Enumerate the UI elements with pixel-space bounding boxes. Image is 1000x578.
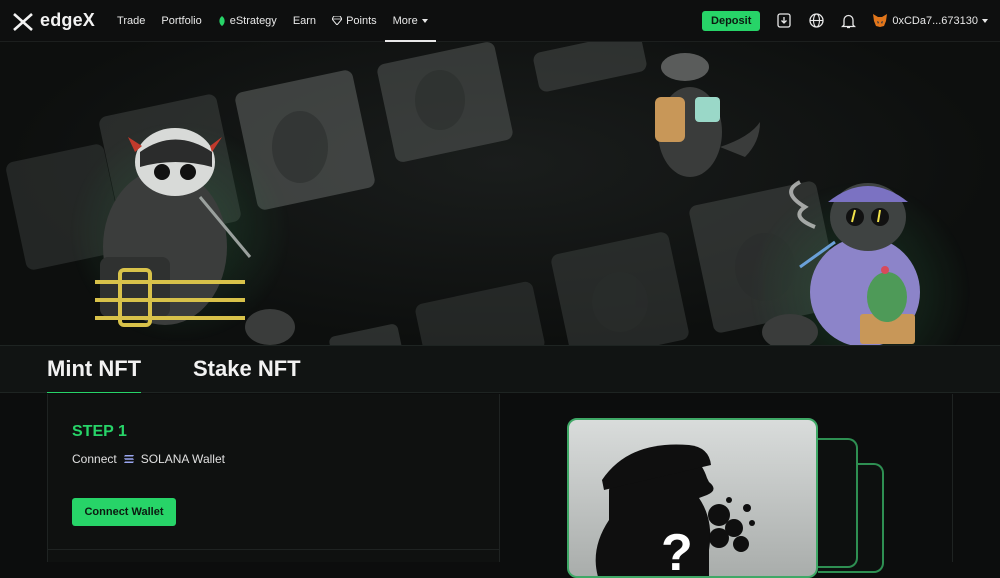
connect-prefix: Connect	[72, 452, 117, 466]
deposit-button[interactable]: Deposit	[702, 10, 761, 31]
logo[interactable]: edgeX	[12, 10, 95, 32]
chevron-down-icon	[421, 18, 428, 23]
top-navbar: edgeX Trade Portfolio eStrategy Earn Poi…	[0, 0, 1000, 42]
connect-wallet-button[interactable]: Connect Wallet	[72, 498, 176, 526]
nav-estrategy-label: eStrategy	[229, 14, 277, 27]
wallet-dropdown[interactable]: 0xCDa7...673130	[872, 13, 988, 28]
chevron-down-icon	[982, 18, 988, 23]
globe-icon[interactable]	[808, 13, 824, 29]
nav-points-label: Points	[346, 14, 377, 27]
tab-mint-nft[interactable]: Mint NFT	[47, 356, 142, 394]
right-panel-divider	[952, 394, 953, 562]
nav-portfolio[interactable]: Portfolio	[153, 0, 209, 42]
nav-portfolio-label: Portfolio	[161, 14, 202, 27]
nft-tabs: Mint NFT Stake NFT	[0, 345, 1000, 394]
nav-trade[interactable]: Trade	[109, 0, 153, 42]
nav-earn[interactable]: Earn	[285, 0, 324, 42]
nav-trade-label: Trade	[117, 14, 146, 27]
mint-content: STEP 1 Connect SOLANA Wallet Connect Wal…	[0, 393, 1000, 578]
nft-collage-illustration	[6, 42, 970, 345]
solana-icon	[123, 455, 134, 463]
mystery-seal-silhouette: ?	[595, 444, 755, 578]
nav-right: Deposit 0xCDa7...673130	[702, 10, 988, 31]
nav-earn-label: Earn	[292, 14, 317, 27]
download-icon[interactable]	[776, 13, 792, 29]
step-divider	[48, 549, 499, 550]
step-title: STEP 1	[72, 423, 127, 440]
mint-steps-panel: STEP 1 Connect SOLANA Wallet Connect Wal…	[47, 394, 500, 562]
wallet-name: SOLANA Wallet	[140, 452, 225, 466]
nav-more-label: More	[392, 14, 418, 27]
nav-more[interactable]: More	[384, 0, 436, 42]
nav-points[interactable]: Points	[324, 0, 385, 42]
main-menu: Trade Portfolio eStrategy Earn Points Mo…	[109, 0, 436, 42]
leaf-icon	[219, 15, 225, 26]
backpack-seal-art	[655, 53, 760, 177]
bell-icon[interactable]	[840, 13, 856, 29]
connect-instruction: Connect SOLANA Wallet	[72, 452, 225, 466]
metamask-fox-icon	[873, 14, 888, 27]
wallet-address: 0xCDa7...673130	[892, 14, 978, 27]
hero-banner	[0, 42, 1000, 345]
question-mark: ?	[661, 524, 693, 578]
tab-stake-nft[interactable]: Stake NFT	[193, 356, 301, 382]
edgex-logo-icon	[13, 12, 33, 31]
logo-text: edgeX	[40, 10, 96, 30]
mystery-nft-card: ?	[567, 418, 818, 578]
nav-estrategy[interactable]: eStrategy	[210, 0, 285, 42]
diamond-icon	[332, 16, 343, 25]
